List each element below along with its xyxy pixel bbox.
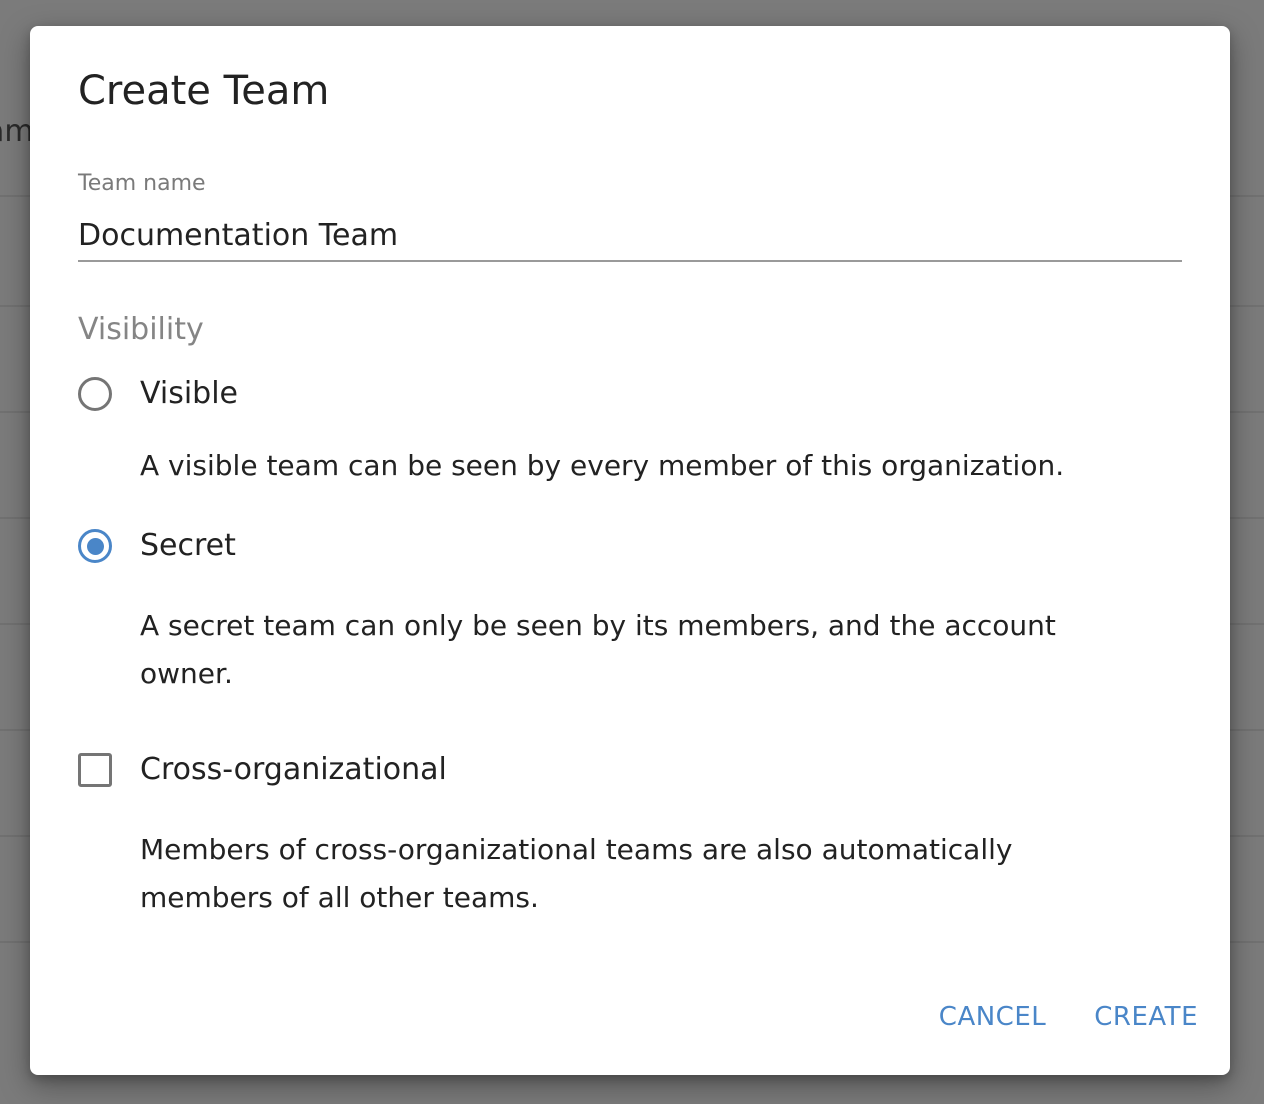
dialog-actions: CANCEL CREATE xyxy=(891,997,1198,1037)
cancel-button[interactable]: CANCEL xyxy=(939,997,1046,1037)
secret-description: A secret team can only be seen by its me… xyxy=(140,609,1056,690)
team-name-input[interactable] xyxy=(78,210,1182,262)
visible-description: A visible team can be seen by every memb… xyxy=(140,449,1065,482)
visible-radio-option[interactable]: Visible xyxy=(78,374,238,414)
background-text-fragment: am xyxy=(0,114,34,149)
cross-org-checkbox[interactable] xyxy=(78,753,112,787)
secret-radio[interactable] xyxy=(78,529,112,563)
visible-radio[interactable] xyxy=(78,377,112,411)
create-team-dialog: Create Team Team name Visibility Visible… xyxy=(30,26,1230,1075)
visibility-label: Visibility xyxy=(78,312,204,347)
create-button[interactable]: CREATE xyxy=(1094,997,1198,1037)
cross-org-checkbox-label[interactable]: Cross-organizational xyxy=(140,750,447,790)
team-name-label: Team name xyxy=(78,171,206,196)
cross-org-description: Members of cross-organizational teams ar… xyxy=(140,833,1013,914)
cross-org-checkbox-option[interactable]: Cross-organizational xyxy=(78,750,447,790)
dialog-title: Create Team xyxy=(78,68,330,114)
visible-radio-label[interactable]: Visible xyxy=(140,374,238,414)
secret-radio-option[interactable]: Secret xyxy=(78,526,236,566)
secret-radio-label[interactable]: Secret xyxy=(140,526,236,566)
